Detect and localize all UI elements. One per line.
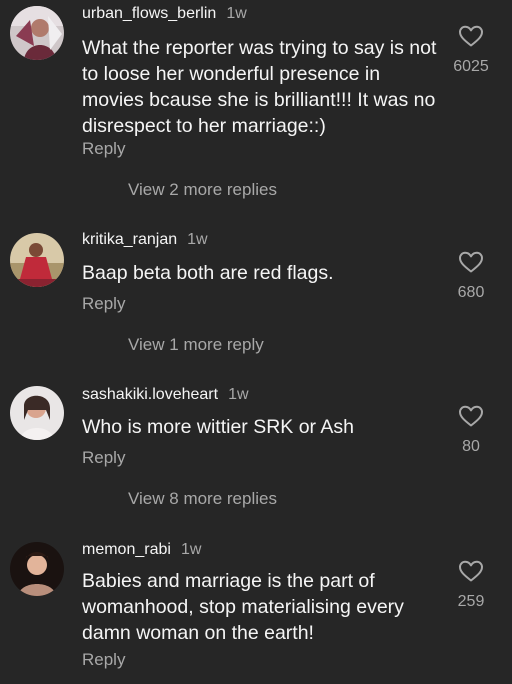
avatar-image — [10, 233, 64, 287]
timestamp: 1w — [226, 5, 247, 22]
username[interactable]: memon_rabi — [82, 541, 171, 558]
avatar[interactable] — [10, 6, 64, 60]
avatar-image — [10, 542, 64, 596]
like-count: 259 — [457, 593, 485, 610]
view-more-replies-button[interactable]: View 8 more replies — [128, 489, 277, 509]
username[interactable]: sashakiki.loveheart — [82, 386, 218, 403]
comment-header: kritika_ranjan 1w — [82, 230, 208, 250]
view-more-replies-button[interactable]: View 1 more reply — [128, 335, 264, 355]
avatar[interactable] — [10, 233, 64, 287]
timestamp: 1w — [180, 541, 202, 558]
heart-outline-icon[interactable] — [458, 24, 484, 48]
username[interactable]: urban_flows_berlin — [82, 5, 216, 22]
heart-outline-icon[interactable] — [458, 404, 484, 428]
comment-header: urban_flows_berlin 1w — [82, 4, 247, 24]
comment-text: What the reporter was trying to say is n… — [82, 37, 437, 137]
comment-text: Baap beta both are red flags. — [82, 262, 334, 284]
comment-header: sashakiki.loveheart 1w — [82, 385, 249, 405]
reply-button[interactable]: Reply — [82, 650, 125, 670]
comment-text: Who is more wittier SRK or Ash — [82, 416, 354, 438]
heart-outline-icon[interactable] — [458, 559, 484, 583]
comment-header: memon_rabi 1w — [82, 540, 201, 560]
username[interactable]: kritika_ranjan — [82, 231, 177, 248]
like-count: 680 — [457, 284, 485, 301]
avatar-image — [10, 6, 64, 60]
timestamp: 1w — [187, 231, 208, 248]
timestamp: 1w — [228, 386, 249, 403]
avatar[interactable] — [10, 386, 64, 440]
view-more-replies-button[interactable]: View 2 more replies — [128, 180, 277, 200]
comments-feed: urban_flows_berlin 1w What the reporter w… — [0, 0, 512, 684]
reply-button[interactable]: Reply — [82, 139, 125, 159]
avatar-image — [10, 386, 64, 440]
like-count: 80 — [462, 438, 480, 455]
like-count: 6025 — [453, 58, 489, 75]
reply-button[interactable]: Reply — [82, 448, 125, 468]
comment-text: Babies and marriage is the part of woman… — [82, 570, 404, 644]
reply-button[interactable]: Reply — [82, 294, 125, 314]
avatar[interactable] — [10, 542, 64, 596]
heart-outline-icon[interactable] — [458, 250, 484, 274]
